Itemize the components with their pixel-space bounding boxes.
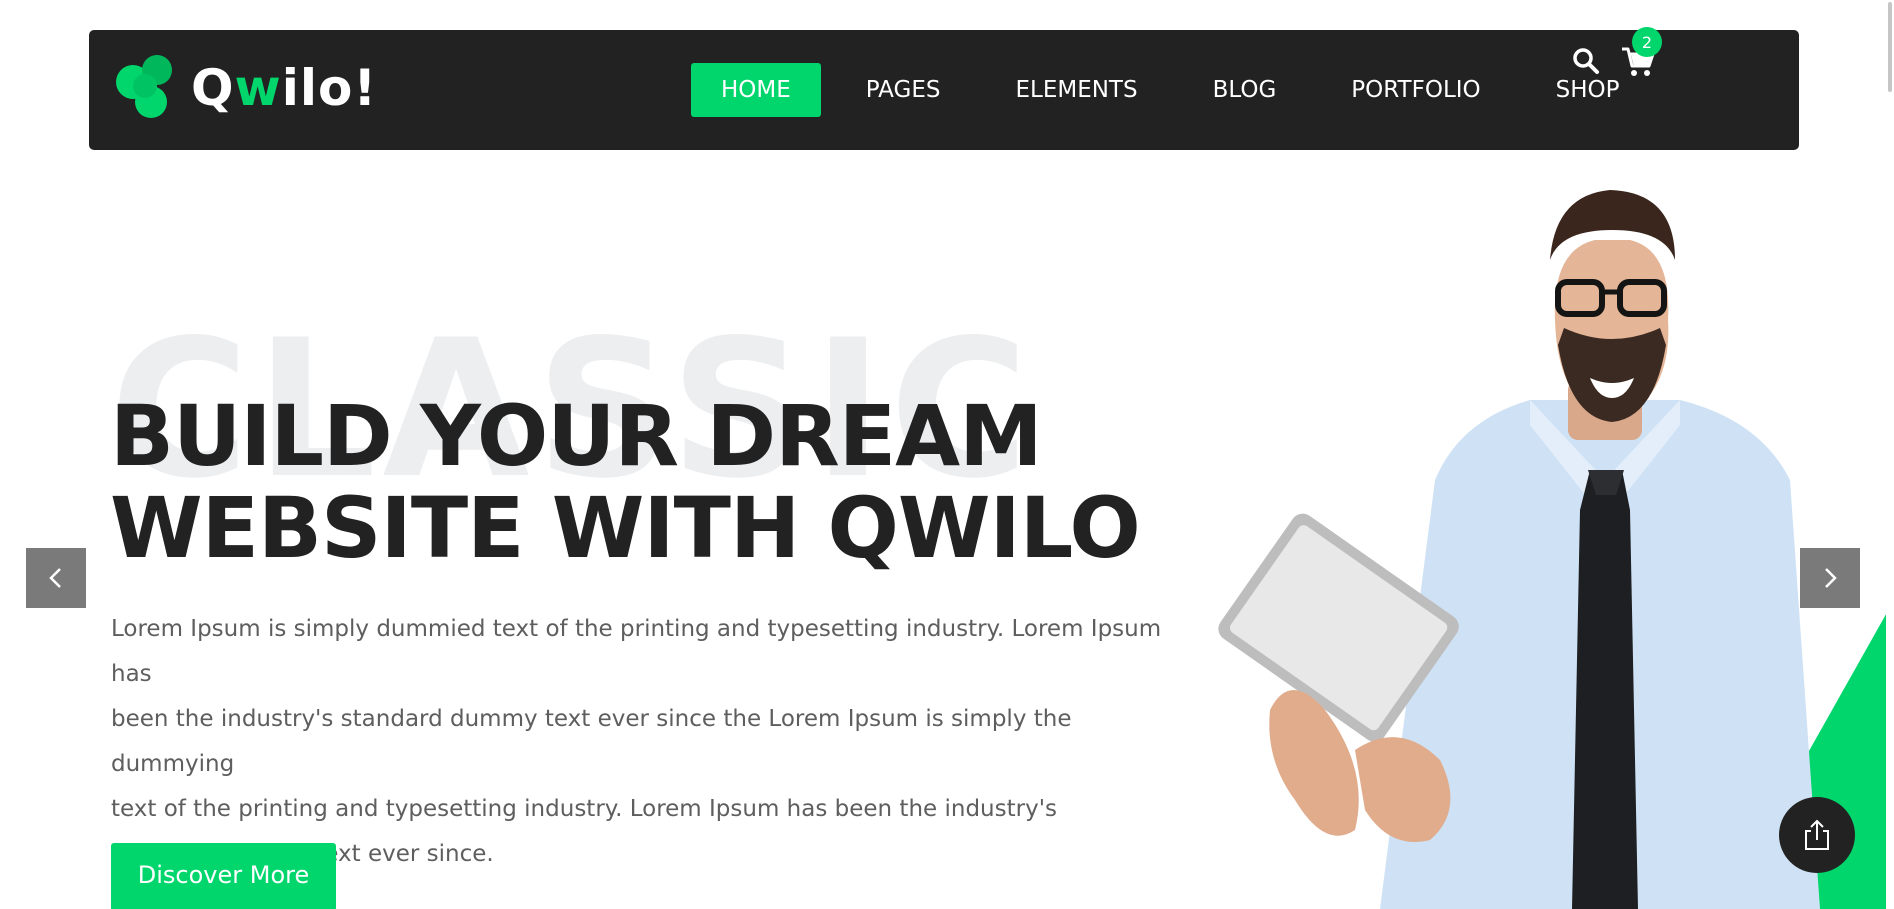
discover-more-button[interactable]: Discover More [111, 843, 336, 909]
lead-line: Lorem Ipsum is simply dummied text of th… [111, 616, 1162, 687]
hero-headline-line-2: WEBSITE WITH QWILO [110, 479, 1141, 577]
lead-line: text of the printing and typesetting ind… [111, 796, 1058, 822]
hero-lead-text: Lorem Ipsum is simply dummied text of th… [111, 607, 1189, 877]
nav-item-portfolio[interactable]: PORTFOLIO [1321, 63, 1510, 117]
search-icon[interactable] [1572, 47, 1600, 75]
cart-count-badge: 2 [1632, 27, 1662, 57]
slider-prev-button[interactable] [26, 548, 86, 608]
scrollbar[interactable] [1886, 0, 1894, 909]
nav-item-elements[interactable]: ELEMENTS [985, 63, 1167, 117]
page: Qwilo! HOME PAGES ELEMENTS BLOG PORTFOLI… [0, 0, 1894, 909]
logo-text: Qwilo! [191, 59, 378, 117]
nav-item-blog[interactable]: BLOG [1183, 63, 1307, 117]
chevron-right-icon [1825, 568, 1837, 588]
hero-person-image [1218, 190, 1894, 909]
chevron-left-icon [49, 568, 61, 588]
slider-next-button[interactable] [1800, 548, 1860, 608]
hero-headline: BUILD YOUR DREAM WEBSITE WITH QWILO [110, 390, 1160, 574]
share-button[interactable] [1779, 797, 1855, 873]
hero-headline-line-1: BUILD YOUR DREAM [110, 387, 1043, 485]
logo-mark-icon [116, 55, 172, 118]
logo[interactable]: Qwilo! [111, 52, 377, 124]
navbar: Qwilo! HOME PAGES ELEMENTS BLOG PORTFOLI… [89, 30, 1799, 150]
scrollbar-thumb[interactable] [1888, 2, 1892, 92]
lead-line: been the industry's standard dummy text … [111, 706, 1072, 777]
share-icon [1805, 819, 1829, 850]
nav-item-home[interactable]: HOME [691, 63, 821, 117]
main-nav: HOME PAGES ELEMENTS BLOG PORTFOLIO SHOP [691, 63, 1665, 117]
nav-item-pages[interactable]: PAGES [836, 63, 971, 117]
